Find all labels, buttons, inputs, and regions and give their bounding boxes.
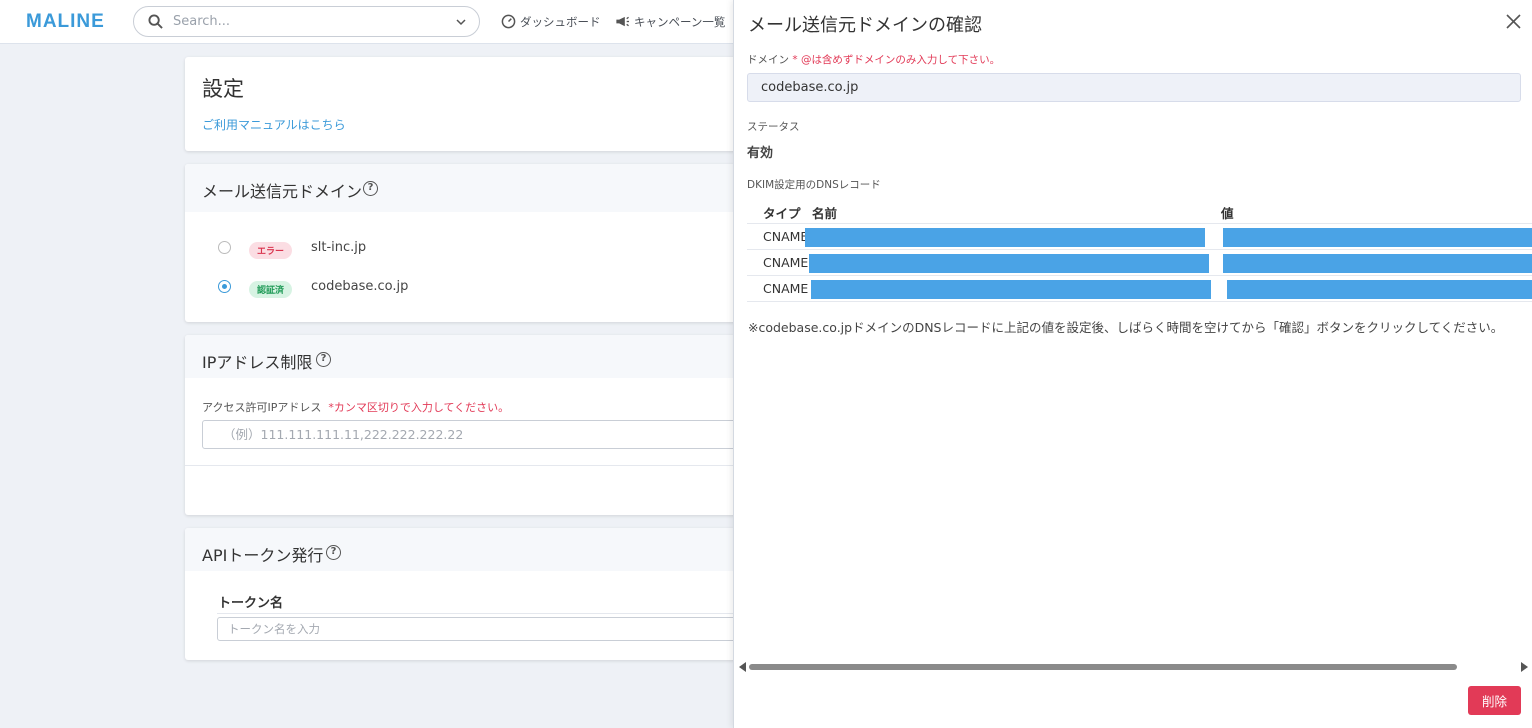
dns-table-header: タイプ 名前 値: [747, 198, 1532, 224]
domain-hint: @は含めずドメインのみ入力して下さい。: [800, 54, 1001, 66]
nav-campaigns[interactable]: キャンペーン一覧: [614, 14, 725, 30]
domain-input[interactable]: codebase.co.jp: [747, 73, 1521, 102]
panel-title: メール送信元ドメインの確認: [748, 15, 982, 36]
token-name-column: トークン名: [218, 596, 284, 611]
status-value: 有効: [747, 146, 774, 161]
ip-required-note: *カンマ区切りで入力してください。: [328, 401, 510, 414]
status-label: ステータス: [747, 121, 800, 133]
record-type: CNAME: [763, 255, 809, 270]
col-value: 値: [1221, 206, 1234, 221]
record-type: CNAME: [763, 229, 809, 244]
gauge-icon: [501, 14, 516, 29]
domain-label-text: ドメイン: [747, 54, 789, 66]
domain-radio-codebase[interactable]: [218, 280, 231, 293]
dkim-label: DKIM設定用のDNSレコード: [747, 179, 881, 191]
ip-field-label: アクセス許可IPアドレス *カンマ区切りで入力してください。: [202, 399, 509, 415]
table-row: CNAME: [747, 250, 1532, 276]
api-token-card: APIトークン発行 ? トークン名 トークン名を入力: [185, 528, 745, 660]
chevron-down-icon[interactable]: [455, 16, 467, 28]
sender-domain-header: メール送信元ドメイン ?: [185, 164, 745, 212]
redacted-name: [805, 228, 1205, 247]
domain-name-codebase[interactable]: codebase.co.jp: [311, 279, 408, 294]
domain-confirm-panel: メール送信元ドメインの確認 ドメイン * @は含めずドメインのみ入力して下さい。…: [733, 0, 1532, 728]
ip-label-text: アクセス許可IPアドレス: [202, 401, 322, 414]
search-icon: [148, 14, 163, 29]
search-box[interactable]: Search...: [133, 6, 480, 37]
sender-domain-card: メール送信元ドメイン ? エラー slt-inc.jp 認証済 codebase…: [185, 164, 745, 322]
redacted-value: [1227, 280, 1532, 299]
ip-address-input[interactable]: （例）111.111.111.11,222.222.222.22: [202, 420, 745, 449]
col-type: タイプ: [763, 206, 801, 221]
manual-link[interactable]: ご利用マニュアルはこちら: [202, 116, 346, 133]
status-badge-error: エラー: [249, 242, 293, 259]
nav-dashboard[interactable]: ダッシュボード: [501, 14, 601, 30]
ip-restriction-card: IPアドレス制限 ? アクセス許可IPアドレス *カンマ区切りで入力してください…: [185, 335, 745, 515]
page-title: 設定: [202, 77, 244, 101]
scroll-right-arrow-icon[interactable]: [1521, 662, 1529, 672]
col-name: 名前: [812, 206, 838, 221]
scroll-left-arrow-icon[interactable]: [739, 662, 747, 672]
sender-domain-title: メール送信元ドメイン: [202, 182, 363, 201]
dns-record-table: タイプ 名前 値 CNAME CNAME CNAME: [747, 198, 1532, 302]
nav-campaigns-label: キャンペーン一覧: [634, 15, 726, 29]
nav-dashboard-label: ダッシュボード: [520, 15, 601, 29]
delete-button[interactable]: 削除: [1468, 686, 1521, 715]
table-row: CNAME: [747, 276, 1532, 302]
close-icon[interactable]: [1506, 14, 1521, 29]
horizontal-scrollbar[interactable]: [739, 660, 1529, 674]
status-badge-verified: 認証済: [249, 281, 293, 298]
megaphone-icon: [616, 16, 630, 27]
settings-card: 設定 ご利用マニュアルはこちら: [185, 57, 745, 151]
divider: [185, 465, 745, 466]
domain-required-mark: *: [792, 54, 798, 66]
token-name-input[interactable]: トークン名を入力: [217, 617, 745, 641]
help-icon[interactable]: ?: [316, 352, 331, 367]
redacted-name: [811, 280, 1211, 299]
ip-restriction-header: IPアドレス制限 ?: [185, 335, 745, 378]
redacted-value: [1223, 254, 1532, 273]
divider: [217, 613, 745, 614]
domain-radio-slt[interactable]: [218, 241, 231, 254]
redacted-value: [1223, 228, 1532, 247]
help-icon[interactable]: ?: [326, 545, 341, 560]
help-icon[interactable]: ?: [363, 181, 378, 196]
redacted-name: [809, 254, 1209, 273]
record-type: CNAME: [763, 281, 809, 296]
ip-restriction-title: IPアドレス制限: [202, 353, 313, 372]
dns-instruction-note: ※codebase.co.jpドメインのDNSレコードに上記の値を設定後、しばら…: [748, 320, 1504, 335]
api-token-title: APIトークン発行: [202, 546, 324, 565]
scrollbar-thumb[interactable]: [749, 664, 1457, 670]
table-row: CNAME: [747, 224, 1532, 250]
domain-field-label: ドメイン * @は含めずドメインのみ入力して下さい。: [747, 52, 1000, 67]
search-placeholder: Search...: [173, 14, 231, 29]
api-token-header: APIトークン発行 ?: [185, 528, 745, 571]
app-logo[interactable]: MALINE: [26, 11, 105, 33]
domain-name-slt[interactable]: slt-inc.jp: [311, 240, 366, 255]
